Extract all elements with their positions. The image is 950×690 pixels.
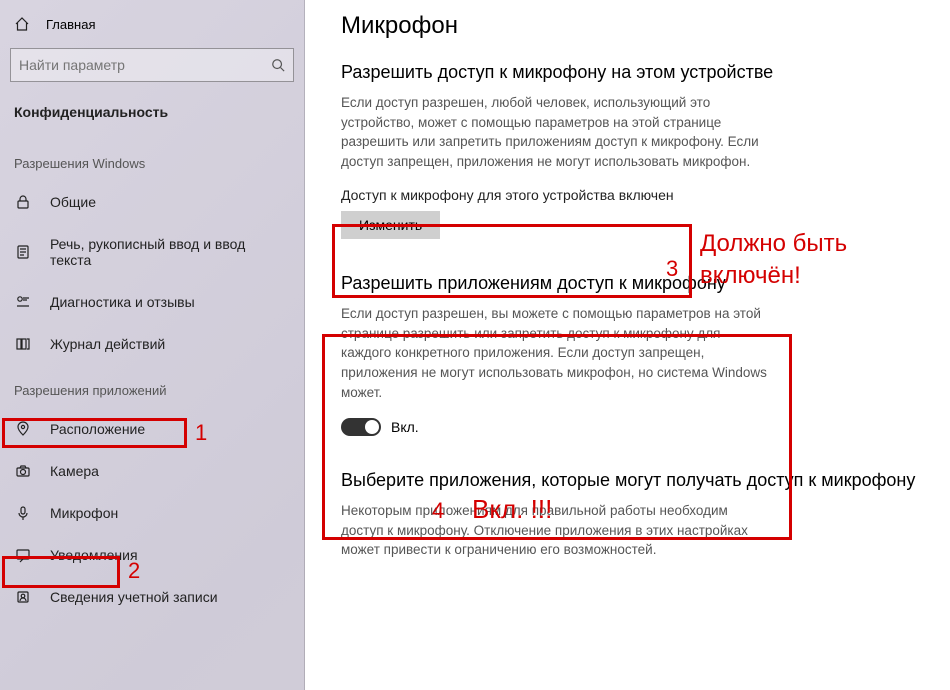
- main-content: Микрофон Разрешить доступ к микрофону на…: [305, 0, 950, 690]
- sidebar-item-label: Камера: [50, 463, 99, 479]
- microphone-icon: [14, 505, 32, 521]
- section2-title: Разрешить приложениям доступ к микрофону: [341, 273, 928, 294]
- bell-icon: [14, 547, 32, 563]
- section3-desc: Некоторым приложениям для правильной раб…: [341, 501, 771, 560]
- sidebar-item-label: Уведомления: [50, 547, 138, 563]
- sidebar-item-speech[interactable]: Речь, рукописный ввод и ввод текста: [0, 223, 304, 281]
- change-button[interactable]: Изменить: [341, 211, 440, 239]
- activity-icon: [14, 336, 32, 352]
- feedback-icon: [14, 294, 32, 310]
- sidebar-item-label: Журнал действий: [50, 336, 165, 352]
- sidebar-item-notifications[interactable]: Уведомления: [0, 534, 304, 576]
- home-label: Главная: [46, 17, 95, 32]
- sidebar-group-windows: Разрешения Windows: [0, 138, 304, 181]
- sidebar-item-diagnostics[interactable]: Диагностика и отзывы: [0, 281, 304, 323]
- sidebar-item-label: Диагностика и отзывы: [50, 294, 195, 310]
- search-input[interactable]: [19, 57, 271, 73]
- sidebar-item-account[interactable]: Сведения учетной записи: [0, 576, 304, 618]
- toggle-label: Вкл.: [391, 419, 419, 435]
- sidebar-group-apps: Разрешения приложений: [0, 365, 304, 408]
- location-icon: [14, 421, 32, 437]
- section2-desc: Если доступ разрешен, вы можете с помощь…: [341, 304, 771, 402]
- sidebar-item-label: Расположение: [50, 421, 145, 437]
- sidebar-item-label: Микрофон: [50, 505, 118, 521]
- sidebar-item-label: Речь, рукописный ввод и ввод текста: [50, 236, 290, 268]
- sidebar-item-activity[interactable]: Журнал действий: [0, 323, 304, 365]
- clipboard-icon: [14, 244, 32, 260]
- account-icon: [14, 589, 32, 605]
- sidebar-item-label: Сведения учетной записи: [50, 589, 218, 605]
- home-link[interactable]: Главная: [0, 10, 304, 38]
- sidebar-item-general[interactable]: Общие: [0, 181, 304, 223]
- settings-sidebar: Главная Конфиденциальность Разрешения Wi…: [0, 0, 305, 690]
- section3-title: Выберите приложения, которые могут получ…: [341, 470, 928, 491]
- section1-title: Разрешить доступ к микрофону на этом уст…: [341, 62, 928, 83]
- sidebar-item-location[interactable]: Расположение: [0, 408, 304, 450]
- sidebar-item-camera[interactable]: Камера: [0, 450, 304, 492]
- section1-desc: Если доступ разрешен, любой человек, исп…: [341, 93, 771, 171]
- page-title: Микрофон: [341, 12, 928, 40]
- mic-access-status: Доступ к микрофону для этого устройства …: [341, 187, 928, 203]
- camera-icon: [14, 463, 32, 479]
- sidebar-section-title: Конфиденциальность: [0, 96, 304, 138]
- search-input-container[interactable]: [10, 48, 294, 82]
- search-icon: [271, 58, 285, 72]
- lock-icon: [14, 194, 32, 210]
- sidebar-item-microphone[interactable]: Микрофон: [0, 492, 304, 534]
- apps-mic-toggle[interactable]: [341, 418, 381, 436]
- sidebar-item-label: Общие: [50, 194, 96, 210]
- home-icon: [14, 16, 30, 32]
